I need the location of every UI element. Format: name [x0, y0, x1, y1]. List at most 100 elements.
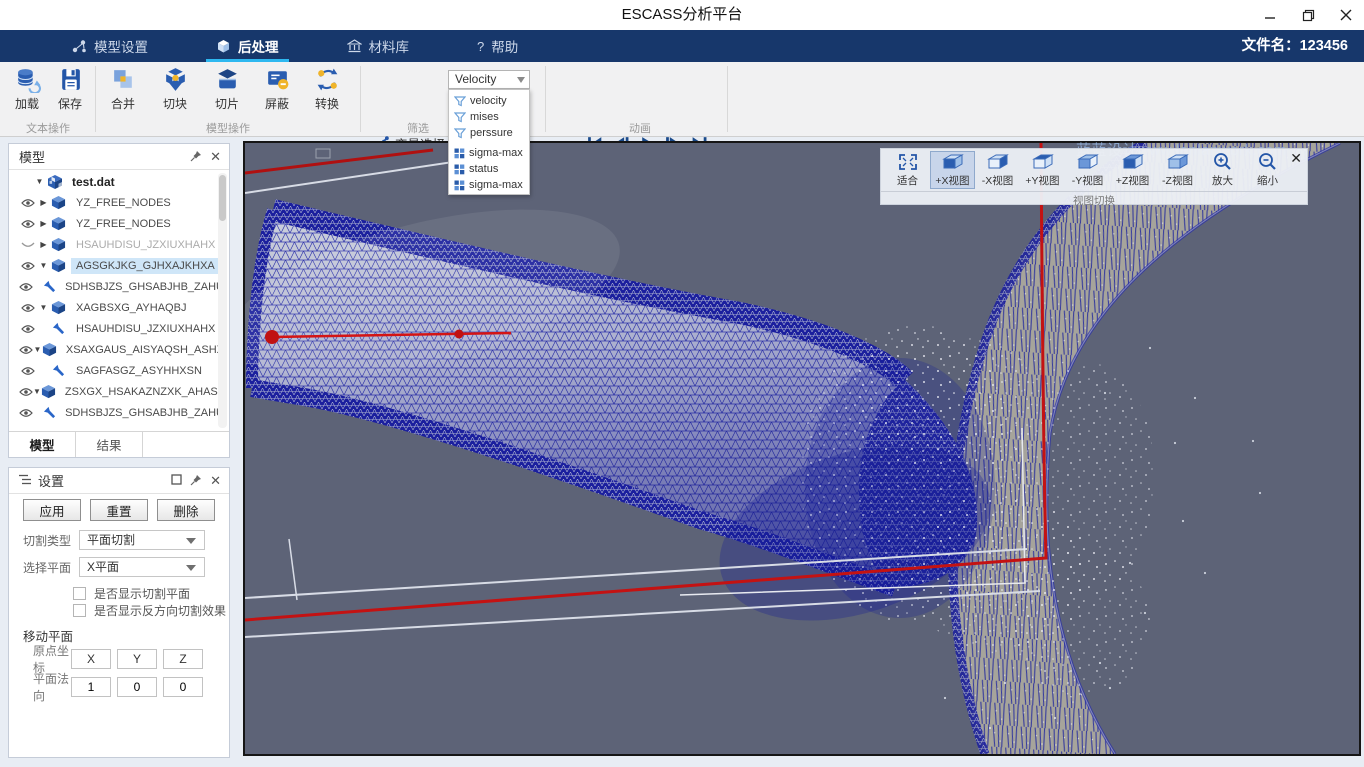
funnel-icon	[454, 128, 466, 139]
view-minus-z-button[interactable]: -Z视图	[1155, 151, 1200, 189]
expander-icon[interactable]: ▼	[37, 261, 50, 270]
maximize-panel-icon[interactable]	[171, 474, 182, 488]
normal-z-field[interactable]	[165, 680, 201, 694]
origin-x-button[interactable]: X	[71, 649, 111, 669]
tree-row[interactable]: HSAUHDISU_JZXIUXHAHX	[9, 318, 229, 339]
probe-endpoint-sphere[interactable]	[265, 330, 279, 344]
tab-material-library[interactable]: 材料库	[313, 30, 444, 62]
eye-icon[interactable]	[19, 303, 37, 313]
view-minus-x-button[interactable]: -X视图	[975, 151, 1020, 189]
dropdown-option-velocity[interactable]: velocity	[449, 93, 529, 109]
tab-post-processing[interactable]: 后处理	[182, 30, 313, 62]
variable-combobox[interactable]: Velocity	[448, 70, 530, 89]
cube-plus-z-icon	[1121, 152, 1144, 172]
tree-scrollbar[interactable]	[218, 173, 227, 428]
cube-icon	[41, 384, 56, 399]
normal-x-input[interactable]	[71, 677, 111, 697]
eye-icon[interactable]	[19, 324, 37, 334]
view-plus-y-button[interactable]: +Y视图	[1020, 151, 1065, 189]
gear-cube-icon	[216, 39, 231, 54]
viewport-3d[interactable]	[243, 141, 1361, 756]
normal-y-input[interactable]	[117, 677, 157, 697]
mesh-scene	[245, 143, 1359, 754]
view-plus-x-button[interactable]: +X视图	[930, 151, 975, 189]
funnel-icon	[454, 112, 466, 123]
eye-icon[interactable]	[19, 261, 37, 271]
reset-button[interactable]: 重置	[90, 499, 148, 521]
dropdown-option-mises[interactable]: mises	[449, 109, 529, 125]
tree-row[interactable]: SDHSBJZS_GHSABJHB_ZAHU	[9, 276, 229, 297]
eye-icon[interactable]	[19, 345, 33, 355]
expander-icon[interactable]: ▶	[37, 219, 50, 228]
pin-icon[interactable]	[190, 474, 202, 489]
close-icon[interactable]: ✕	[210, 149, 221, 165]
expander-icon[interactable]: ▶	[37, 240, 50, 249]
expander-icon[interactable]: ▼	[33, 345, 42, 354]
cube-icon	[50, 237, 67, 252]
tab-model-settings[interactable]: 模型设置	[38, 30, 182, 62]
eye-icon[interactable]	[19, 387, 33, 397]
eye-icon[interactable]	[19, 408, 33, 418]
group-label-text-ops: 文本操作	[26, 120, 70, 134]
tree-row-root[interactable]: ▼ test.dat	[9, 171, 229, 192]
expander-icon[interactable]: ▶	[37, 198, 50, 207]
dropdown-option-sigma-max-2[interactable]: sigma-max	[449, 177, 529, 193]
close-icon[interactable]: ✕	[210, 473, 221, 489]
eye-icon[interactable]	[19, 219, 37, 229]
tree-row[interactable]: ▶ YZ_FREE_NODES	[9, 213, 229, 234]
normal-y-field[interactable]	[119, 680, 155, 694]
convert-button[interactable]: 转换	[304, 66, 350, 118]
tree-row-selected[interactable]: ▼ AGSGKJKG_GJHXAJKHXA	[9, 255, 229, 276]
probe-mid-sphere[interactable]	[455, 330, 464, 339]
merge-button[interactable]: 合并	[100, 66, 146, 118]
tree-row[interactable]: ▼ XAGBSXG_AYHAQBJ	[9, 297, 229, 318]
tab-results[interactable]: 结果	[76, 432, 143, 457]
eye-icon[interactable]	[19, 282, 33, 292]
show-cut-plane-checkbox[interactable]	[73, 587, 86, 600]
plane-select[interactable]: X平面	[79, 557, 205, 577]
apply-button[interactable]: 应用	[23, 499, 81, 521]
view-minus-y-button[interactable]: -Y视图	[1065, 151, 1110, 189]
reverse-cut-checkbox[interactable]	[73, 604, 86, 617]
fit-view-button[interactable]: 适合	[885, 151, 930, 189]
eye-closed-icon[interactable]	[19, 240, 37, 250]
eye-icon[interactable]	[19, 198, 37, 208]
tree-row[interactable]: ▶ YZ_FREE_NODES	[9, 192, 229, 213]
pin-icon[interactable]	[190, 150, 202, 165]
view-plus-z-button[interactable]: +Z视图	[1110, 151, 1155, 189]
expander-icon[interactable]: ▼	[33, 177, 46, 186]
tree-row[interactable]: ▼ ZSXGX_HSAKAZNZXK_AHASX	[9, 381, 229, 402]
zoom-in-button[interactable]: 放大	[1200, 151, 1245, 189]
close-button[interactable]	[1338, 7, 1354, 23]
tree-row[interactable]: ▼ XSAXGAUS_AISYAQSH_ASHX	[9, 339, 229, 360]
normal-x-field[interactable]	[73, 680, 109, 694]
tab-model[interactable]: 模型	[9, 432, 76, 457]
origin-z-button[interactable]: Z	[163, 649, 203, 669]
zoom-out-button[interactable]: 缩小	[1245, 151, 1290, 189]
normal-z-input[interactable]	[163, 677, 203, 697]
expander-icon[interactable]: ▼	[33, 387, 41, 396]
toolbar-separator	[360, 66, 361, 132]
delete-button[interactable]: 删除	[157, 499, 215, 521]
restore-button[interactable]	[1300, 7, 1316, 23]
chevron-down-icon	[186, 565, 196, 571]
tree-row[interactable]: SAGFASGZ_ASYHHXSN	[9, 360, 229, 381]
scrollbar-thumb[interactable]	[219, 175, 226, 221]
cut-block-button[interactable]: 切块	[152, 66, 198, 118]
tab-help[interactable]: ? 帮助	[443, 30, 552, 62]
eye-icon[interactable]	[19, 366, 37, 376]
slice-button[interactable]: 切片	[204, 66, 250, 118]
cut-type-select[interactable]: 平面切割	[79, 530, 205, 550]
origin-y-button[interactable]: Y	[117, 649, 157, 669]
tree-row[interactable]: ▶ HSAUHDISU_JZXIUXHAHX	[9, 234, 229, 255]
dropdown-option-status[interactable]: status	[449, 161, 529, 177]
dropdown-option-sigma-max[interactable]: sigma-max	[449, 145, 529, 161]
mask-button[interactable]: 屏蔽	[254, 66, 300, 118]
minimize-button[interactable]	[1262, 7, 1278, 23]
load-button[interactable]: 加载	[4, 66, 50, 118]
dropdown-option-perssure[interactable]: perssure	[449, 125, 529, 141]
save-button[interactable]: 保存	[47, 66, 93, 118]
tree-row[interactable]: SDHSBJZS_GHSABJHB_ZAHU	[9, 402, 229, 423]
view-toolbar-close-icon[interactable]: ✕	[1290, 150, 1302, 167]
expander-icon[interactable]: ▼	[37, 303, 50, 312]
